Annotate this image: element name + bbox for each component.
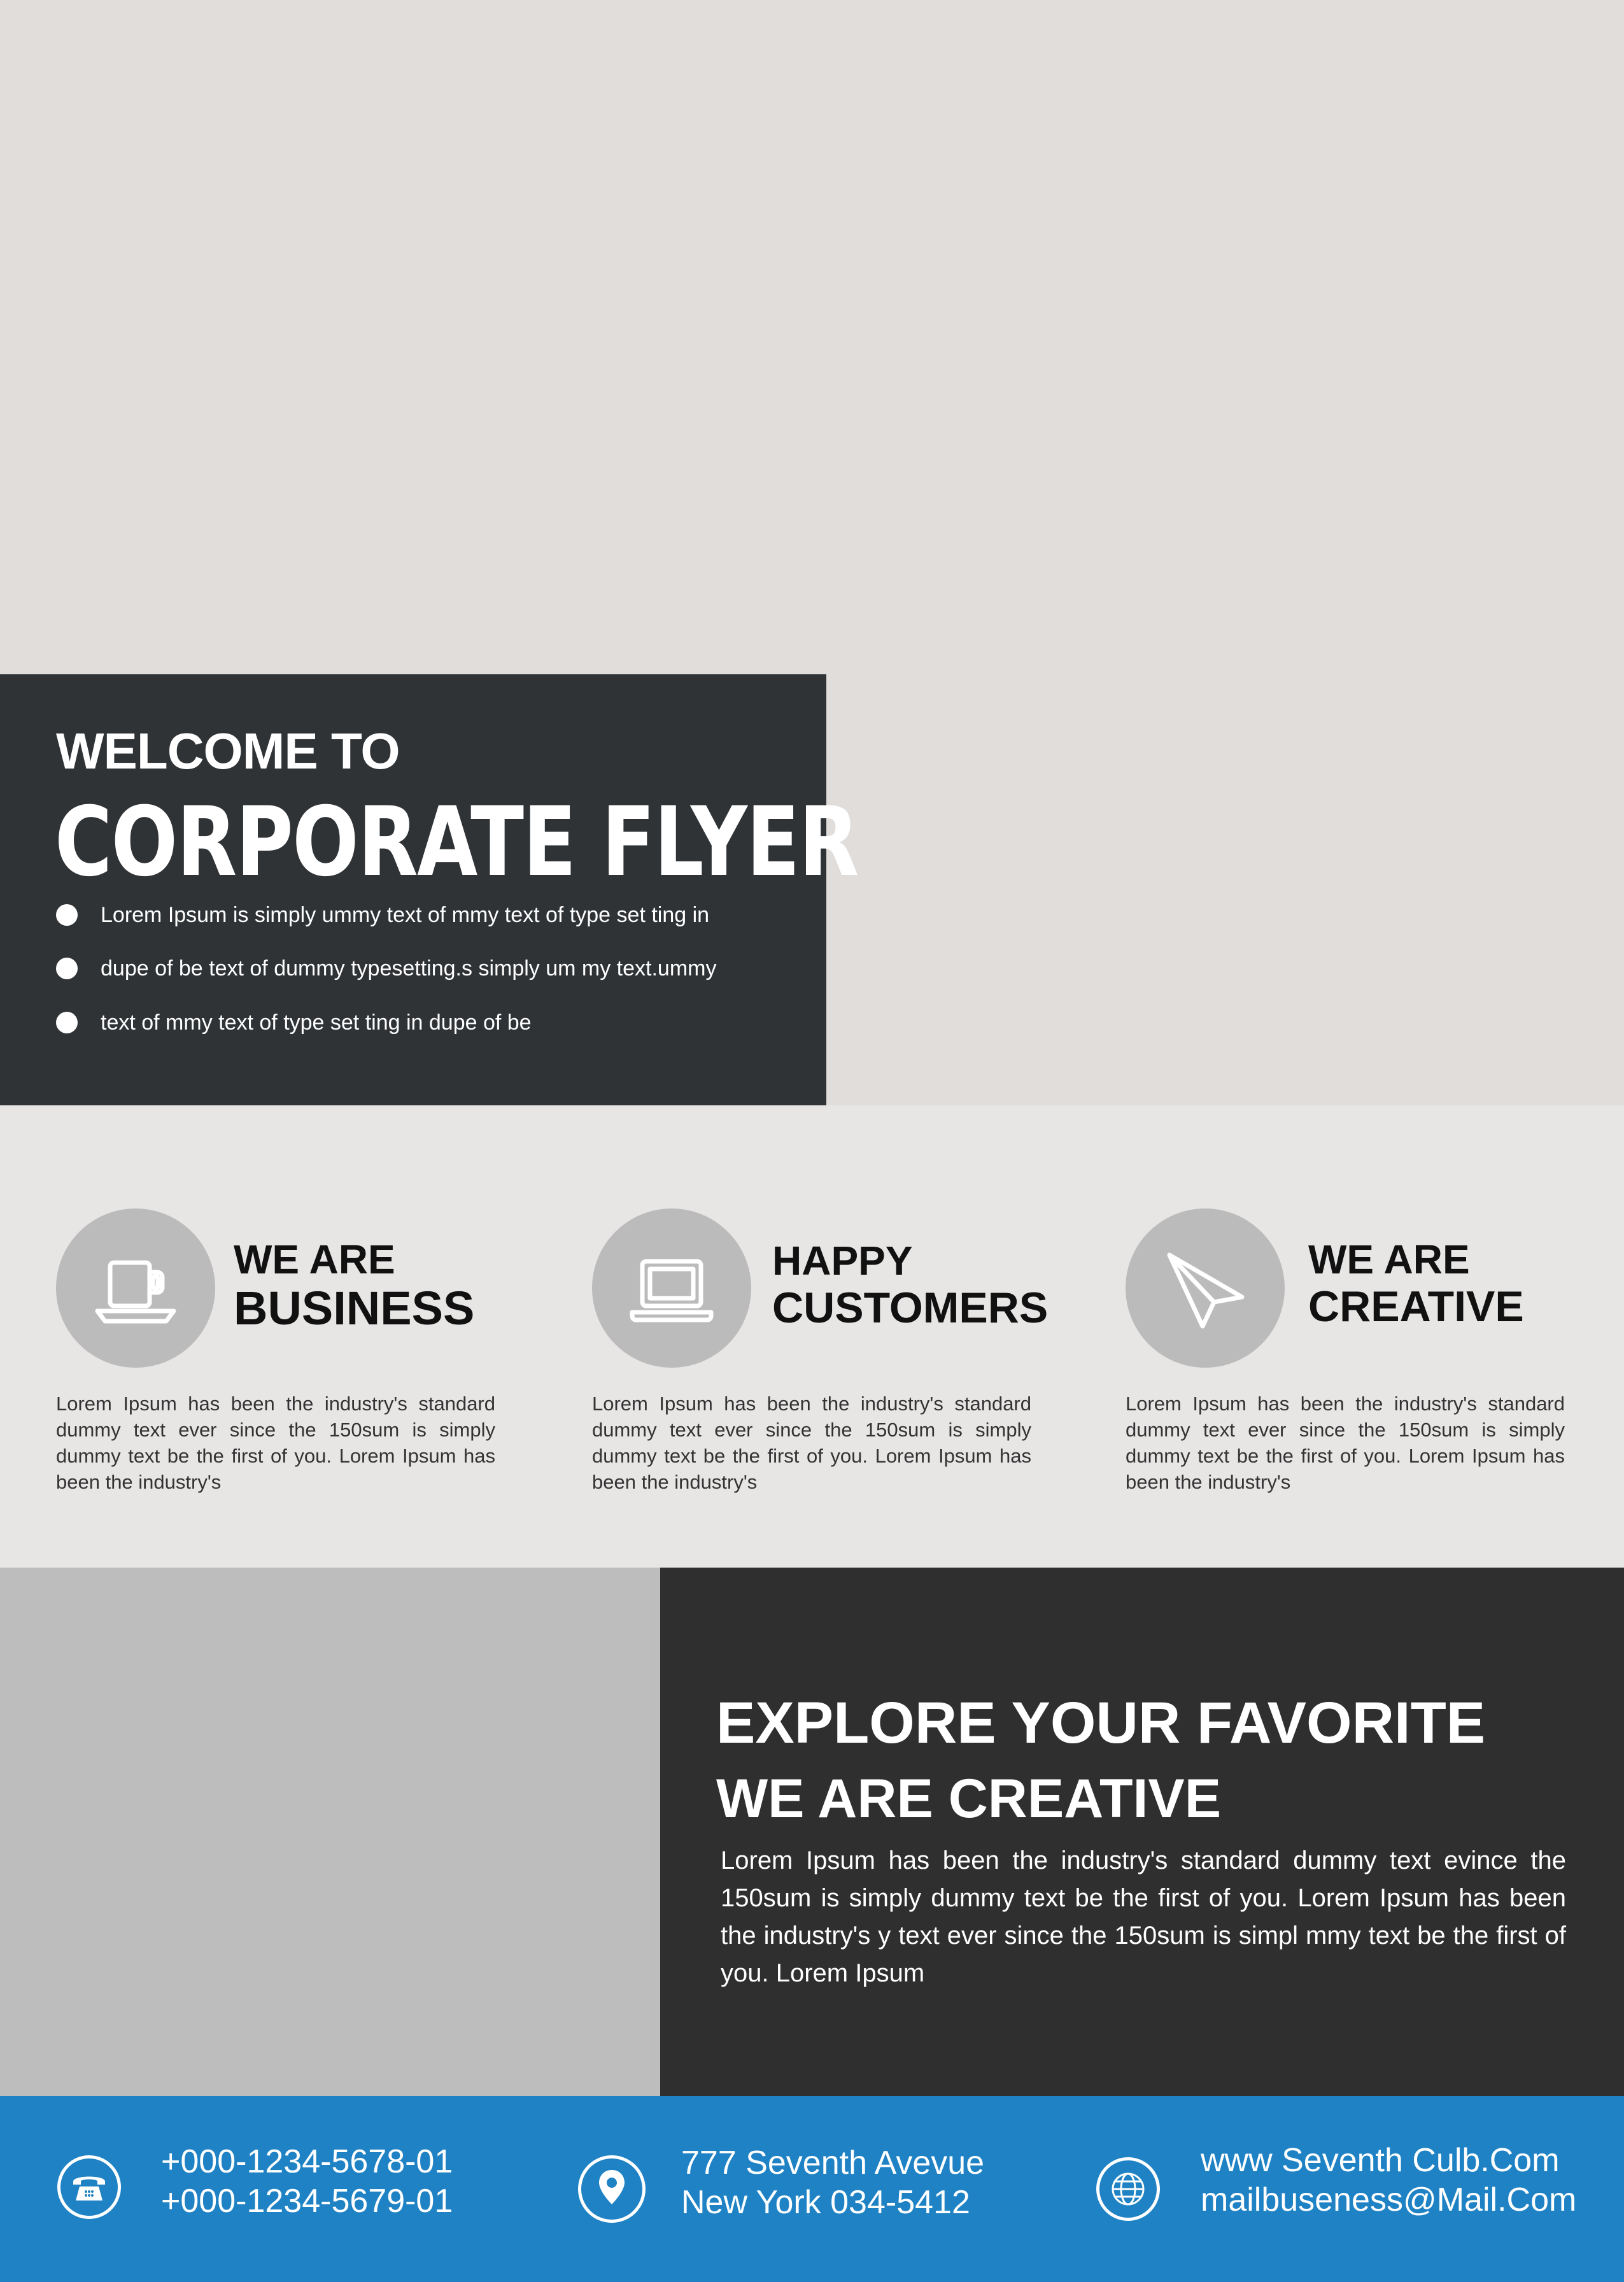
coffee-cup-icon [56, 1208, 215, 1368]
explore-heading: EXPLORE YOUR FAVORITE [716, 1690, 1486, 1755]
web-contact: www Seventh Culb.Com mailbuseness@Mail.C… [1201, 2141, 1576, 2220]
feature-body: Lorem Ipsum has been the industry's stan… [1126, 1393, 1565, 1493]
feature-title-line2: BUSINESS [234, 1282, 475, 1335]
explore-panel [660, 1568, 1624, 2096]
bullet-dot-icon [56, 958, 78, 979]
phone-number[interactable]: +000-1234-5678-01 [161, 2142, 453, 2181]
welcome-heading: WELCOME TO [56, 723, 400, 779]
feature-title: WE ARE BUSINESS [234, 1239, 474, 1332]
bullet-dot-icon [56, 904, 78, 926]
features-section [0, 1105, 1624, 1568]
feature-title-line2: CUSTOMERS [772, 1284, 1049, 1332]
feature-title-line1: HAPPY [772, 1238, 913, 1284]
bullet-item: text of mmy text of type set ting in dup… [56, 1007, 532, 1038]
feature-title: WE ARE CREATIVE [1308, 1239, 1524, 1328]
flyer-title: CORPORATE FLYER [55, 787, 859, 898]
bullet-dot-icon [56, 1012, 78, 1033]
telephone-icon [57, 2155, 121, 2219]
bullet-text: Lorem Ipsum is simply ummy text of mmy t… [101, 902, 710, 927]
explore-photo-placeholder [0, 1568, 660, 2096]
feature-title: HAPPY CUSTOMERS [772, 1240, 1048, 1329]
globe-icon [1096, 2157, 1160, 2221]
feature-body: Lorem Ipsum has been the industry's stan… [592, 1393, 1031, 1493]
explore-subheading: WE ARE CREATIVE [716, 1768, 1222, 1829]
address-line: 777 Seventh Avevue [681, 2144, 985, 2181]
phone-number[interactable]: +000-1234-5679-01 [161, 2181, 453, 2221]
feature-title-line1: WE ARE [234, 1237, 395, 1282]
phone-numbers: +000-1234-5678-01 +000-1234-5679-01 [161, 2142, 453, 2221]
location-pin-icon [578, 2155, 646, 2223]
address: 777 Seventh Avevue New York 034-5412 [681, 2143, 984, 2222]
paper-plane-icon [1126, 1208, 1285, 1368]
explore-body: Lorem Ipsum has been the industry's stan… [721, 1846, 1566, 1987]
feature-body: Lorem Ipsum has been the industry's stan… [56, 1393, 495, 1493]
bullet-text: dupe of be text of dummy typesetting.s s… [101, 956, 717, 981]
bullet-item: dupe of be text of dummy typesetting.s s… [56, 953, 716, 984]
bullet-text: text of mmy text of type set ting in dup… [101, 1010, 532, 1035]
email-link[interactable]: mailbuseness@Mail.Com [1201, 2180, 1576, 2220]
website-link[interactable]: www Seventh Culb.Com [1201, 2141, 1576, 2180]
feature-title-line1: WE ARE [1308, 1237, 1470, 1282]
feature-title-line2: CREATIVE [1308, 1282, 1524, 1331]
address-line: New York 034-5412 [681, 2184, 970, 2221]
bullet-item: Lorem Ipsum is simply ummy text of mmy t… [56, 899, 709, 931]
laptop-icon [592, 1208, 751, 1368]
